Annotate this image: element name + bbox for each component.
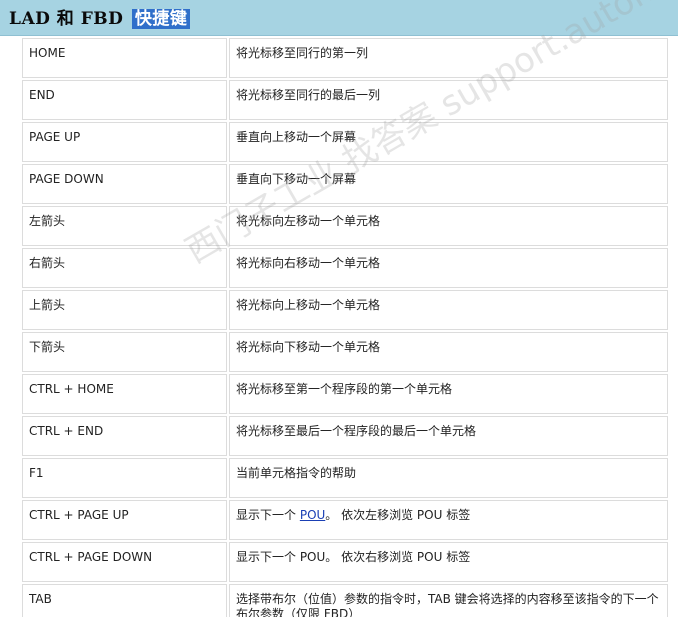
page: LAD 和 FBD 快捷键 HOME 将光标移至同行的第一列 END 将光标移至…: [0, 0, 678, 617]
table-row: CTRL + HOME 将光标移至第一个程序段的第一个单元格: [22, 374, 668, 414]
description-cell: 将光标向下移动一个单元格: [229, 332, 668, 372]
shortcut-table-wrap: HOME 将光标移至同行的第一列 END 将光标移至同行的最后一列 PAGE U…: [20, 36, 670, 617]
table-row: 下箭头 将光标向下移动一个单元格: [22, 332, 668, 372]
description-prefix: 显示下一个: [236, 508, 300, 522]
table-row: END 将光标移至同行的最后一列: [22, 80, 668, 120]
description-cell: 垂直向下移动一个屏幕: [229, 164, 668, 204]
table-row: CTRL + END 将光标移至最后一个程序段的最后一个单元格: [22, 416, 668, 456]
description-cell: 将光标移至同行的最后一列: [229, 80, 668, 120]
table-row: CTRL + PAGE UP 显示下一个 POU。 依次左移浏览 POU 标签: [22, 500, 668, 540]
table-row: PAGE UP 垂直向上移动一个屏幕: [22, 122, 668, 162]
shortcut-table: HOME 将光标移至同行的第一列 END 将光标移至同行的最后一列 PAGE U…: [20, 36, 670, 617]
key-cell: END: [22, 80, 227, 120]
key-cell: F1: [22, 458, 227, 498]
key-cell: CTRL + HOME: [22, 374, 227, 414]
description-cell: 将光标移至第一个程序段的第一个单元格: [229, 374, 668, 414]
key-cell: 上箭头: [22, 290, 227, 330]
key-cell: CTRL + PAGE DOWN: [22, 542, 227, 582]
key-cell: CTRL + END: [22, 416, 227, 456]
description-cell: 选择带布尔（位值）参数的指令时，TAB 键会将选择的内容移至该指令的下一个布尔参…: [229, 584, 668, 617]
table-row: 左箭头 将光标向左移动一个单元格: [22, 206, 668, 246]
description-cell: 将光标向左移动一个单元格: [229, 206, 668, 246]
pou-link[interactable]: POU: [300, 508, 325, 522]
key-cell: 下箭头: [22, 332, 227, 372]
section-header: LAD 和 FBD 快捷键: [0, 0, 678, 36]
description-cell: 将光标移至同行的第一列: [229, 38, 668, 78]
description-cell: 显示下一个 POU。 依次右移浏览 POU 标签: [229, 542, 668, 582]
description-cell: 垂直向上移动一个屏幕: [229, 122, 668, 162]
key-cell: 右箭头: [22, 248, 227, 288]
description-cell: 显示下一个 POU。 依次左移浏览 POU 标签: [229, 500, 668, 540]
table-row: PAGE DOWN 垂直向下移动一个屏幕: [22, 164, 668, 204]
description-suffix: 。 依次左移浏览 POU 标签: [325, 508, 471, 522]
key-cell: PAGE DOWN: [22, 164, 227, 204]
key-cell: CTRL + PAGE UP: [22, 500, 227, 540]
table-row: CTRL + PAGE DOWN 显示下一个 POU。 依次右移浏览 POU 标…: [22, 542, 668, 582]
page-title: LAD 和 FBD 快捷键: [9, 4, 191, 29]
key-cell: HOME: [22, 38, 227, 78]
key-cell: TAB: [22, 584, 227, 617]
table-row: F1 当前单元格指令的帮助: [22, 458, 668, 498]
description-cell: 将光标向右移动一个单元格: [229, 248, 668, 288]
title-highlight: 快捷键: [131, 9, 191, 29]
table-row: 上箭头 将光标向上移动一个单元格: [22, 290, 668, 330]
table-row: HOME 将光标移至同行的第一列: [22, 38, 668, 78]
description-cell: 将光标移至最后一个程序段的最后一个单元格: [229, 416, 668, 456]
title-main: LAD 和 FBD: [9, 9, 124, 29]
table-row: TAB 选择带布尔（位值）参数的指令时，TAB 键会将选择的内容移至该指令的下一…: [22, 584, 668, 617]
key-cell: 左箭头: [22, 206, 227, 246]
table-row: 右箭头 将光标向右移动一个单元格: [22, 248, 668, 288]
key-cell: PAGE UP: [22, 122, 227, 162]
description-cell: 当前单元格指令的帮助: [229, 458, 668, 498]
description-cell: 将光标向上移动一个单元格: [229, 290, 668, 330]
